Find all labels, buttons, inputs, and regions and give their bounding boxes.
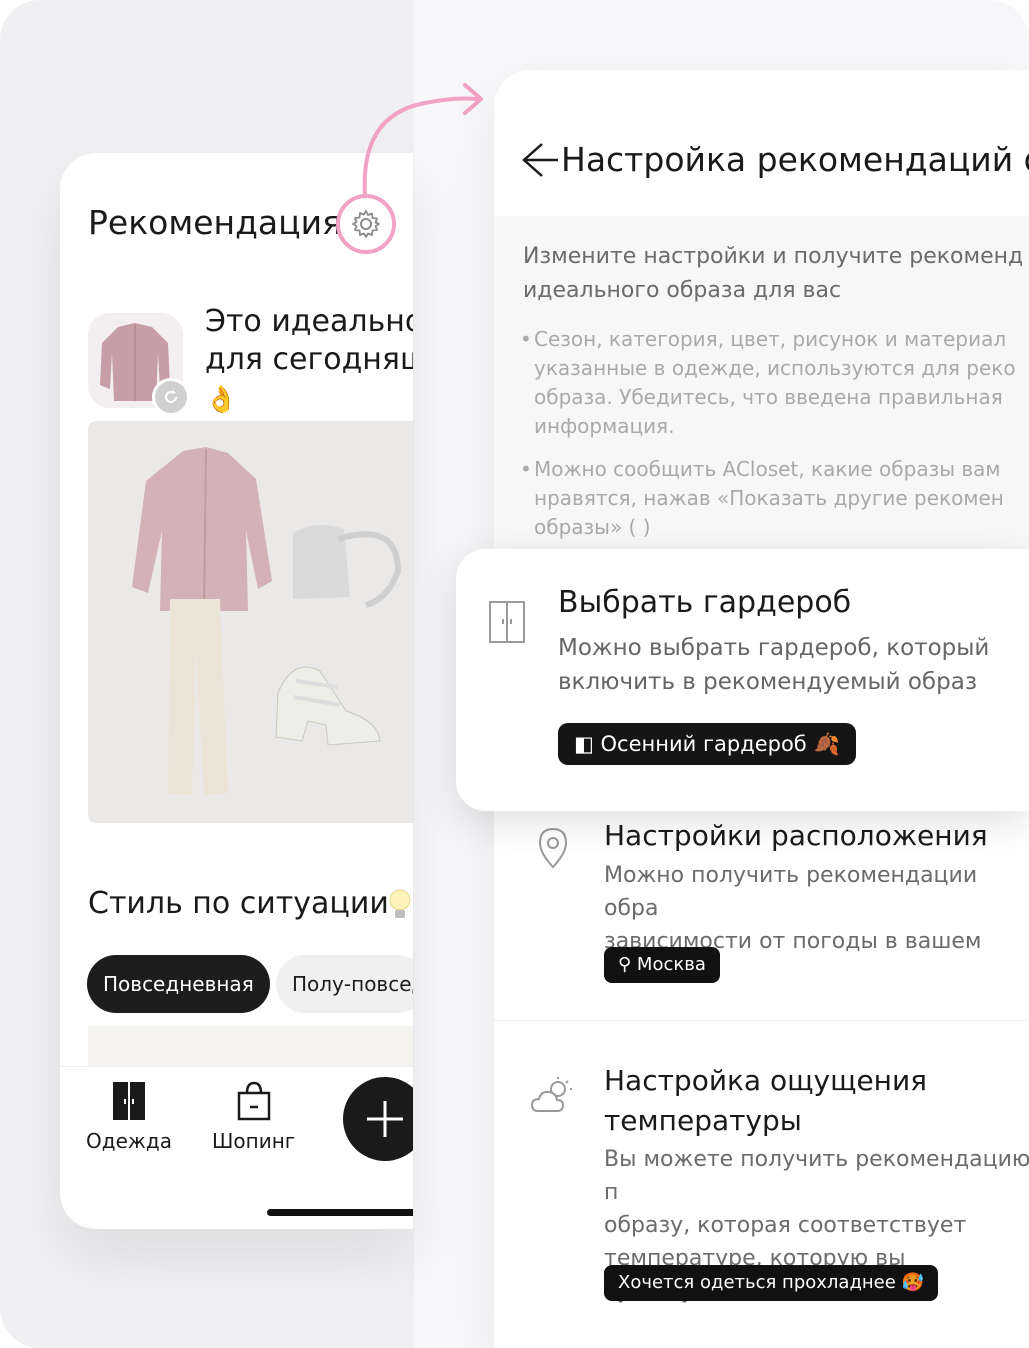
- nav-shopping[interactable]: Шопинг: [212, 1081, 295, 1153]
- wardrobe-small-icon: ◧: [574, 732, 594, 756]
- add-button[interactable]: [343, 1077, 413, 1161]
- temperature-setting-row[interactable]: Настройка ощущения температуры Вы можете…: [494, 1020, 1029, 1348]
- lightbulb-icon: [389, 889, 411, 918]
- ok-hand-emoji: 👌: [205, 385, 238, 415]
- nav-clothes-label: Одежда: [86, 1129, 172, 1153]
- pin-icon: ⚲: [618, 954, 632, 975]
- chip-casual[interactable]: Повседневная: [87, 955, 270, 1013]
- refresh-icon: [165, 390, 177, 403]
- header: Настройка рекомендаций об: [494, 70, 1029, 216]
- wardrobe-title: Выбрать гардероб: [558, 585, 852, 620]
- page-title: Рекомендация: [88, 203, 342, 242]
- selected-wardrobe-badge[interactable]: ◧ Осенний гардероб 🍂: [558, 723, 856, 765]
- pointer-arrow: [362, 83, 483, 197]
- nav-shopping-label: Шопинг: [212, 1129, 296, 1153]
- location-title: Настройки расположения: [604, 819, 988, 852]
- wardrobe-icon: [112, 1082, 145, 1120]
- weather-cloud-sun-icon: [530, 1077, 572, 1112]
- intro-text: Измените настройки и получите рекоменд и…: [523, 244, 1024, 303]
- tip-bullet-2: Можно сообщить ACloset, какие образы вам…: [520, 455, 1029, 542]
- style-section-title: Стиль по ситуации: [88, 886, 389, 921]
- plus-icon: [367, 1101, 403, 1137]
- refresh-button[interactable]: [152, 378, 190, 416]
- chip-semi-casual[interactable]: Полу-повсед: [276, 955, 413, 1013]
- tip-bullet-1: Сезон, категория, цвет, рисунок и матери…: [520, 325, 1029, 441]
- shopping-bag-icon: [237, 1081, 270, 1121]
- recommendation-screen: Рекомендация Это идеально для сегодняш 👌: [60, 153, 413, 1229]
- gear-icon: [352, 210, 380, 238]
- wardrobe-outline-icon: [489, 601, 525, 643]
- location-setting-row[interactable]: Настройки расположения Можно получить ре…: [494, 810, 1029, 1021]
- recommendation-headline: Это идеально для сегодняш: [205, 304, 413, 377]
- hot-face-emoji: 🥵: [901, 1272, 924, 1293]
- location-pin-icon: [538, 827, 568, 869]
- wardrobe-setting-card[interactable]: Выбрать гардероб Можно выбрать гардероб,…: [456, 549, 1029, 811]
- outfit-image[interactable]: [88, 421, 413, 823]
- pants-image: [168, 599, 228, 795]
- shoes-image: [275, 666, 381, 746]
- settings-button[interactable]: [336, 194, 396, 254]
- shirt-image: [132, 447, 272, 611]
- nav-clothes[interactable]: Одежда: [86, 1081, 172, 1153]
- temperature-value[interactable]: Хочется одеться прохладнее 🥵: [604, 1265, 938, 1301]
- autumn-leaf-emoji: 🍂: [813, 732, 840, 756]
- back-arrow-icon[interactable]: [522, 140, 558, 180]
- home-indicator: [267, 1209, 413, 1216]
- wardrobe-description: Можно выбрать гардероб, который включить…: [558, 635, 990, 695]
- location-value[interactable]: ⚲ Москва: [604, 947, 720, 983]
- bottom-navigation: Одежда Шопинг: [60, 1066, 413, 1229]
- page-title: Настройка рекомендаций об: [561, 140, 1029, 179]
- temperature-title: Настройка ощущения температуры: [604, 1064, 928, 1137]
